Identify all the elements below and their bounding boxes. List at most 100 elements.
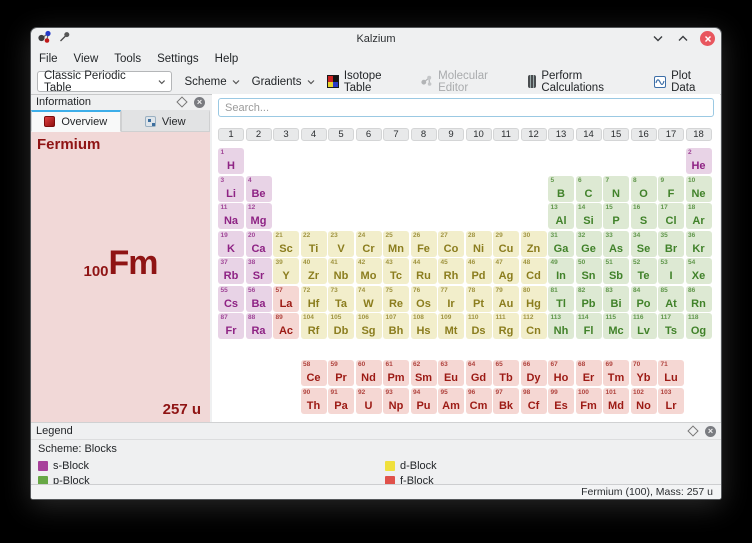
element-cell-Nd[interactable]: 60Nd xyxy=(356,360,382,386)
element-cell-Gd[interactable]: 64Gd xyxy=(466,360,492,386)
isotope-table-button[interactable]: Isotope Table xyxy=(327,70,409,94)
element-cell-Pb[interactable]: 82Pb xyxy=(576,286,602,312)
element-cell-Br[interactable]: 35Br xyxy=(658,231,684,257)
element-cell-No[interactable]: 102No xyxy=(631,388,657,414)
search-input[interactable] xyxy=(218,98,714,117)
element-cell-Dy[interactable]: 66Dy xyxy=(521,360,547,386)
table-type-select[interactable]: Classic Periodic Table xyxy=(37,71,172,92)
element-cell-Cr[interactable]: 24Cr xyxy=(356,231,382,257)
element-cell-K[interactable]: 19K xyxy=(218,231,244,257)
element-cell-Cm[interactable]: 96Cm xyxy=(466,388,492,414)
element-cell-Si[interactable]: 14Si xyxy=(576,203,602,229)
element-cell-U[interactable]: 92U xyxy=(356,388,382,414)
element-cell-Sg[interactable]: 106Sg xyxy=(356,313,382,339)
element-cell-Nh[interactable]: 113Nh xyxy=(548,313,574,339)
element-cell-Pr[interactable]: 59Pr xyxy=(328,360,354,386)
element-cell-Po[interactable]: 84Po xyxy=(631,286,657,312)
element-cell-Au[interactable]: 79Au xyxy=(493,286,519,312)
element-cell-Os[interactable]: 76Os xyxy=(411,286,437,312)
close-panel-icon[interactable]: × xyxy=(705,426,716,437)
element-cell-Md[interactable]: 101Md xyxy=(603,388,629,414)
element-cell-Ts[interactable]: 117Ts xyxy=(658,313,684,339)
element-cell-Ca[interactable]: 20Ca xyxy=(246,231,272,257)
close-panel-icon[interactable]: × xyxy=(194,97,205,108)
element-cell-Cu[interactable]: 29Cu xyxy=(493,231,519,257)
element-cell-Re[interactable]: 75Re xyxy=(383,286,409,312)
close-button[interactable] xyxy=(700,31,715,46)
element-cell-Ru[interactable]: 44Ru xyxy=(411,258,437,284)
element-cell-Db[interactable]: 105Db xyxy=(328,313,354,339)
element-cell-Og[interactable]: 118Og xyxy=(686,313,712,339)
element-cell-Ho[interactable]: 67Ho xyxy=(548,360,574,386)
element-cell-Lu[interactable]: 71Lu xyxy=(658,360,684,386)
element-cell-Pm[interactable]: 61Pm xyxy=(383,360,409,386)
perform-calculations-button[interactable]: Perform Calculations xyxy=(528,70,642,94)
element-cell-Ga[interactable]: 31Ga xyxy=(548,231,574,257)
element-cell-Sn[interactable]: 50Sn xyxy=(576,258,602,284)
element-cell-Cf[interactable]: 98Cf xyxy=(521,388,547,414)
element-cell-Ce[interactable]: 58Ce xyxy=(301,360,327,386)
element-cell-Ag[interactable]: 47Ag xyxy=(493,258,519,284)
element-cell-Pd[interactable]: 46Pd xyxy=(466,258,492,284)
element-cell-Te[interactable]: 52Te xyxy=(631,258,657,284)
element-cell-Li[interactable]: 3Li xyxy=(218,176,244,202)
element-cell-Cd[interactable]: 48Cd xyxy=(521,258,547,284)
element-cell-Hg[interactable]: 80Hg xyxy=(521,286,547,312)
element-cell-F[interactable]: 9F xyxy=(658,176,684,202)
element-cell-Sc[interactable]: 21Sc xyxy=(273,231,299,257)
element-cell-Cs[interactable]: 55Cs xyxy=(218,286,244,312)
element-cell-Er[interactable]: 68Er xyxy=(576,360,602,386)
element-cell-Mt[interactable]: 109Mt xyxy=(438,313,464,339)
minimize-button[interactable] xyxy=(650,31,666,47)
element-cell-Nb[interactable]: 41Nb xyxy=(328,258,354,284)
element-cell-Tm[interactable]: 69Tm xyxy=(603,360,629,386)
element-cell-V[interactable]: 23V xyxy=(328,231,354,257)
element-cell-Hf[interactable]: 72Hf xyxy=(301,286,327,312)
element-cell-Pa[interactable]: 91Pa xyxy=(328,388,354,414)
element-cell-Yb[interactable]: 70Yb xyxy=(631,360,657,386)
element-cell-Cl[interactable]: 17Cl xyxy=(658,203,684,229)
element-cell-P[interactable]: 15P xyxy=(603,203,629,229)
element-cell-Np[interactable]: 93Np xyxy=(383,388,409,414)
element-cell-Ds[interactable]: 110Ds xyxy=(466,313,492,339)
element-cell-In[interactable]: 49In xyxy=(548,258,574,284)
element-cell-Lr[interactable]: 103Lr xyxy=(658,388,684,414)
plot-data-button[interactable]: Plot Data xyxy=(654,70,715,94)
element-cell-Ni[interactable]: 28Ni xyxy=(466,231,492,257)
element-cell-Ar[interactable]: 18Ar xyxy=(686,203,712,229)
element-cell-Mo[interactable]: 42Mo xyxy=(356,258,382,284)
element-cell-Ir[interactable]: 77Ir xyxy=(438,286,464,312)
element-cell-Sb[interactable]: 51Sb xyxy=(603,258,629,284)
element-cell-Ge[interactable]: 32Ge xyxy=(576,231,602,257)
element-cell-Y[interactable]: 39Y xyxy=(273,258,299,284)
element-cell-La[interactable]: 57La xyxy=(273,286,299,312)
element-cell-Al[interactable]: 13Al xyxy=(548,203,574,229)
element-cell-Fe[interactable]: 26Fe xyxy=(411,231,437,257)
element-cell-Ra[interactable]: 88Ra xyxy=(246,313,272,339)
element-cell-Tl[interactable]: 81Tl xyxy=(548,286,574,312)
element-cell-Cn[interactable]: 112Cn xyxy=(521,313,547,339)
element-cell-Hs[interactable]: 108Hs xyxy=(411,313,437,339)
element-cell-Bk[interactable]: 97Bk xyxy=(493,388,519,414)
menu-view[interactable]: View xyxy=(74,53,99,65)
element-cell-Na[interactable]: 11Na xyxy=(218,203,244,229)
scheme-menu-button[interactable]: Scheme xyxy=(184,76,239,88)
element-cell-Lv[interactable]: 116Lv xyxy=(631,313,657,339)
menu-file[interactable]: File xyxy=(39,53,58,65)
element-cell-H[interactable]: 1H xyxy=(218,148,244,174)
element-cell-He[interactable]: 2He xyxy=(686,148,712,174)
element-cell-Tc[interactable]: 43Tc xyxy=(383,258,409,284)
element-cell-Es[interactable]: 99Es xyxy=(548,388,574,414)
element-cell-Rn[interactable]: 86Rn xyxy=(686,286,712,312)
element-cell-Th[interactable]: 90Th xyxy=(301,388,327,414)
float-panel-icon[interactable] xyxy=(687,425,698,436)
gradients-menu-button[interactable]: Gradients xyxy=(252,76,315,88)
element-cell-Ta[interactable]: 73Ta xyxy=(328,286,354,312)
element-cell-Rb[interactable]: 37Rb xyxy=(218,258,244,284)
element-cell-Rh[interactable]: 45Rh xyxy=(438,258,464,284)
element-cell-Xe[interactable]: 54Xe xyxy=(686,258,712,284)
element-cell-Fm[interactable]: 100Fm xyxy=(576,388,602,414)
element-cell-Mc[interactable]: 115Mc xyxy=(603,313,629,339)
maximize-button[interactable] xyxy=(675,31,691,47)
element-cell-Zn[interactable]: 30Zn xyxy=(521,231,547,257)
